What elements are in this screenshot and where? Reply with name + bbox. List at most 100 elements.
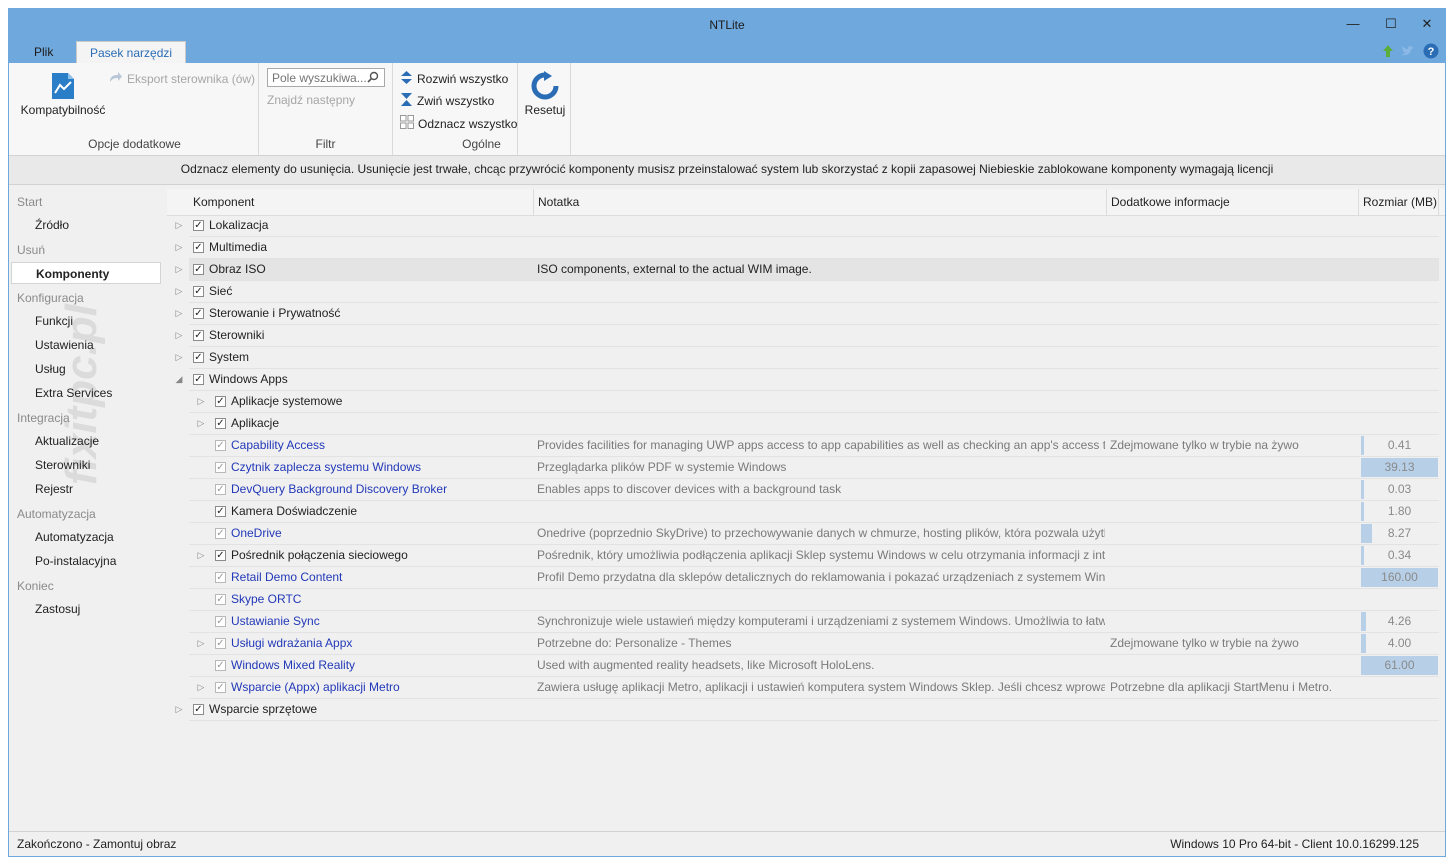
nav-item-rejestr[interactable]: Rejestr — [11, 478, 161, 500]
minimize-button[interactable]: — — [1335, 13, 1371, 35]
table-row[interactable]: ▷ ✓ Sterowanie i Prywatność — [176, 303, 1439, 325]
rozwin-wszystko-button[interactable]: Rozwiń wszystko — [400, 71, 508, 87]
row-checkbox[interactable]: ✓ — [215, 418, 226, 429]
component-info: Potrzebne dla aplikacji StartMenu i Metr… — [1110, 680, 1333, 694]
table-row[interactable]: ▷ ✓ Usługi wdrażania Appx Potrzebne do: Per… — [189, 633, 1439, 655]
row-checkbox[interactable]: ✓ — [215, 528, 226, 539]
nav-item-sterowniki[interactable]: Sterowniki — [11, 454, 161, 476]
table-row[interactable]: ✓ Windows Mixed Reality Used with augmente… — [189, 655, 1439, 677]
close-button[interactable]: ✕ — [1409, 13, 1445, 35]
zwin-wszystko-button[interactable]: Zwiń wszystko — [400, 93, 494, 109]
table-row[interactable]: ◢ ✓ Windows Apps — [176, 369, 1439, 391]
expand-arrow-icon[interactable]: ▷ — [195, 413, 207, 434]
table-row[interactable]: ▷ ✓ Aplikacje systemowe — [189, 391, 1439, 413]
row-checkbox[interactable]: ✓ — [193, 264, 204, 275]
table-row[interactable]: ▷ ✓ Obraz ISO ISO components, external to t… — [176, 259, 1439, 281]
expand-arrow-icon[interactable]: ▷ — [173, 325, 185, 346]
expand-arrow-icon[interactable]: ▷ — [173, 303, 185, 324]
table-row[interactable]: ▷ ✓ Pośrednik połączenia sieciowego Pośredn… — [189, 545, 1439, 567]
row-checkbox[interactable]: ✓ — [215, 638, 226, 649]
row-checkbox[interactable]: ✓ — [215, 616, 226, 627]
column-header-dodatkowe[interactable]: Dodatkowe informacje — [1107, 189, 1359, 215]
nav-item-extra-services[interactable]: Extra Services — [11, 382, 161, 404]
row-checkbox[interactable]: ✓ — [215, 594, 226, 605]
component-note — [537, 589, 1105, 610]
search-icon[interactable] — [367, 71, 379, 86]
column-header-notatka[interactable]: Notatka — [534, 189, 1107, 215]
expand-arrow-icon[interactable]: ▷ — [173, 215, 185, 236]
table-row[interactable]: ▷ ✓ Multimedia — [176, 237, 1439, 259]
table-row[interactable]: ▷ ✓ Lokalizacja — [176, 215, 1439, 237]
row-checkbox[interactable]: ✓ — [215, 660, 226, 671]
help-icon[interactable]: ? — [1423, 43, 1439, 62]
component-note: ISO components, external to the actual W… — [537, 262, 812, 276]
nav-item-aktualizacje[interactable]: Aktualizacje — [11, 430, 161, 452]
nav-item-automatyzacja[interactable]: Automatyzacja — [11, 526, 161, 548]
expand-arrow-icon[interactable]: ▷ — [173, 281, 185, 302]
row-checkbox[interactable]: ✓ — [193, 704, 204, 715]
expand-arrow-icon[interactable]: ▷ — [195, 545, 207, 566]
expand-arrow-icon[interactable]: ▷ — [173, 237, 185, 258]
kompatybilnosc-button[interactable]: Kompatybilność — [19, 69, 107, 117]
expand-arrow-icon[interactable]: ▷ — [173, 259, 185, 280]
maximize-button[interactable]: ☐ — [1373, 13, 1409, 35]
table-row[interactable]: ▷ ✓ Sterowniki — [176, 325, 1439, 347]
table-row[interactable]: ▷ ✓ Sieć — [176, 281, 1439, 303]
table-row[interactable]: ▷ ✓ Aplikacje — [189, 413, 1439, 435]
row-checkbox[interactable]: ✓ — [215, 682, 226, 693]
nav-item-zrodlo[interactable]: Źródło — [11, 214, 161, 236]
nav-item-uslug[interactable]: Usług — [11, 358, 161, 380]
row-checkbox[interactable]: ✓ — [215, 462, 226, 473]
table-row[interactable]: ✓ Retail Demo Content Profil Demo przydatn… — [189, 567, 1439, 589]
expand-arrow-icon[interactable]: ▷ — [173, 699, 185, 720]
table-row[interactable]: ▷ ✓ Wsparcie (Appx) aplikacji Metro Zawiera… — [189, 677, 1439, 699]
component-info — [1110, 501, 1358, 522]
update-arrow-icon[interactable] — [1381, 44, 1395, 61]
component-info — [1110, 545, 1358, 566]
expand-arrow-icon[interactable]: ▷ — [195, 391, 207, 412]
resetuj-button[interactable]: Resetuj — [520, 69, 570, 117]
twitter-icon[interactable] — [1401, 44, 1417, 61]
table-row[interactable]: ✓ OneDrive Onedrive (poprzednio SkyDrive) … — [189, 523, 1439, 545]
table-row[interactable]: ✓ Capability Access Provides facilities fo… — [189, 435, 1439, 457]
znajdz-nastepny-button[interactable]: Znajdź następny — [267, 93, 355, 107]
row-checkbox[interactable]: ✓ — [193, 308, 204, 319]
row-checkbox[interactable]: ✓ — [215, 484, 226, 495]
row-checkbox[interactable]: ✓ — [215, 572, 226, 583]
expand-arrow-icon[interactable]: ▷ — [195, 633, 207, 654]
tab-plik[interactable]: Plik — [21, 41, 66, 63]
component-info — [1110, 413, 1358, 434]
nav-item-komponenty[interactable]: Komponenty — [11, 262, 161, 284]
row-checkbox[interactable]: ✓ — [215, 550, 226, 561]
row-checkbox[interactable]: ✓ — [193, 330, 204, 341]
column-header-rozmiar[interactable]: Rozmiar (MB) — [1359, 189, 1439, 215]
table-row[interactable]: ✓ Czytnik zaplecza systemu Windows Przeglą… — [189, 457, 1439, 479]
component-name: Capability Access — [231, 438, 326, 452]
nav-item-zastosuj[interactable]: Zastosuj — [11, 598, 161, 620]
nav-item-po-instalacyjna[interactable]: Po-instalacyjna — [11, 550, 161, 572]
row-checkbox[interactable]: ✓ — [193, 242, 204, 253]
expand-arrow-icon[interactable]: ▷ — [195, 677, 207, 698]
nav-item-ustawienia[interactable]: Ustawienia — [11, 334, 161, 356]
row-checkbox[interactable]: ✓ — [193, 352, 204, 363]
row-checkbox[interactable]: ✓ — [215, 440, 226, 451]
table-row[interactable]: ✓ Skype ORTC — [189, 589, 1439, 611]
expand-arrow-icon[interactable]: ▷ — [173, 347, 185, 368]
table-row[interactable]: ▷ ✓ System — [176, 347, 1439, 369]
table-row[interactable]: ✓ Ustawianie Sync Synchronizuje wiele usta… — [189, 611, 1439, 633]
eksport-sterownika-button[interactable]: Eksport sterownika (ów) — [109, 71, 255, 86]
table-row[interactable]: ✓ Kamera Doświadczenie 1.80 — [189, 501, 1439, 523]
row-checkbox[interactable]: ✓ — [193, 286, 204, 297]
nav-section-start: Start — [17, 195, 43, 209]
odznacz-wszystko-button[interactable]: Odznacz wszystko — [400, 115, 517, 132]
table-row[interactable]: ✓ DevQuery Background Discovery Broker Ena… — [189, 479, 1439, 501]
column-header-komponent[interactable]: Komponent — [189, 189, 534, 215]
nav-item-funkcji[interactable]: Funkcji — [11, 310, 161, 332]
row-checkbox[interactable]: ✓ — [193, 220, 204, 231]
row-checkbox[interactable]: ✓ — [193, 374, 204, 385]
table-row[interactable]: ▷ ✓ Wsparcie sprzętowe — [176, 699, 1439, 721]
row-checkbox[interactable]: ✓ — [215, 506, 226, 517]
collapse-arrow-icon[interactable]: ◢ — [173, 369, 185, 390]
tab-pasek-narzedzi[interactable]: Pasek narzędzi — [76, 41, 187, 64]
row-checkbox[interactable]: ✓ — [215, 396, 226, 407]
